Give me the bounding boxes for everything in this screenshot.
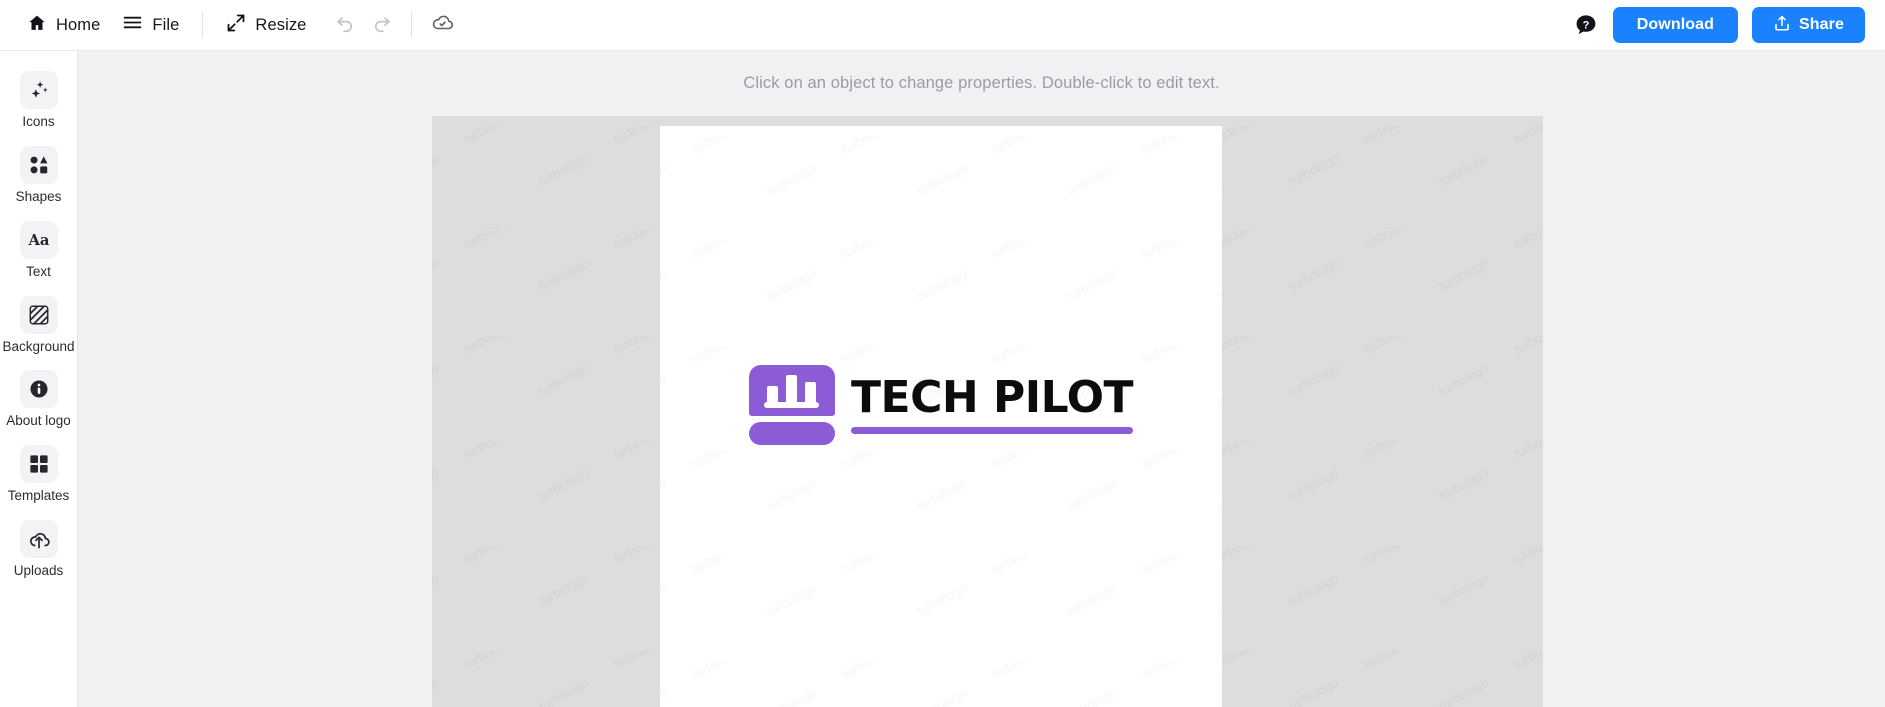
sidebar-item-background[interactable]: Background (2, 288, 76, 361)
undo-button[interactable] (327, 7, 363, 43)
logo-mark-icon[interactable] (748, 365, 835, 445)
logo-text-group[interactable]: TECH PILOT (850, 376, 1134, 434)
top-toolbar: Home File Resize ? Download Share (0, 0, 1885, 51)
shapes-icon (19, 145, 58, 184)
undo-icon (335, 12, 356, 38)
logo-brand-text[interactable]: TECH PILOT (851, 376, 1134, 420)
left-sidebar: Icons Shapes Aa Text Background About lo… (0, 51, 78, 707)
sparkles-icon (19, 71, 58, 109)
home-icon (27, 13, 47, 38)
cloud-upload-icon (19, 520, 58, 559)
logo-bar-baseline (763, 401, 819, 408)
artboard[interactable]: TECH PILOT (660, 126, 1222, 707)
redo-icon (371, 12, 392, 38)
sidebar-item-templates-label: Templates (7, 488, 70, 504)
toolbar-left-group: Home File Resize (0, 0, 460, 50)
sidebar-item-background-label: Background (2, 338, 75, 354)
hamburger-icon (122, 12, 143, 38)
sidebar-item-uploads[interactable]: Uploads (2, 512, 76, 585)
resize-button[interactable]: Resize (215, 7, 317, 43)
editor-hint-text: Click on an object to change properties.… (743, 74, 1220, 92)
sidebar-item-about-logo-label: About logo (6, 413, 71, 429)
logo-mark-chart-panel (748, 365, 835, 416)
sidebar-item-templates[interactable]: Templates (2, 437, 76, 510)
sidebar-item-text-label: Text (26, 263, 51, 279)
cloud-save-status-button[interactable] (424, 7, 460, 43)
info-circle-icon (19, 370, 58, 409)
redo-button[interactable] (363, 7, 399, 43)
sidebar-item-uploads-label: Uploads (13, 563, 64, 579)
text-aa-icon: Aa (19, 220, 58, 259)
cloud-saved-icon (430, 11, 454, 40)
logo-mark-base-bar (748, 421, 835, 445)
editor-main: Click on an object to change properties.… (78, 51, 1885, 707)
sidebar-item-shapes[interactable]: Shapes (2, 138, 76, 211)
logo-artwork[interactable]: TECH PILOT (748, 365, 1134, 445)
toolbar-right-group: ? Download Share (1573, 7, 1885, 43)
resize-label: Resize (255, 15, 307, 34)
share-button[interactable]: Share (1752, 7, 1865, 43)
home-button[interactable]: Home (16, 7, 111, 43)
canvas-viewport[interactable]: TECH PILOT (432, 116, 1543, 707)
help-icon: ? (1576, 15, 1596, 35)
help-button[interactable]: ? (1573, 12, 1599, 38)
home-label: Home (56, 15, 101, 34)
sidebar-item-shapes-label: Shapes (15, 188, 62, 204)
share-icon (1773, 14, 1791, 37)
file-label: File (152, 15, 180, 34)
logo-bar-2 (785, 374, 797, 404)
share-label: Share (1799, 16, 1844, 33)
resize-icon (226, 13, 246, 38)
diagonal-stripes-icon (19, 295, 58, 334)
sidebar-item-text[interactable]: Aa Text (2, 213, 76, 286)
logo-bar-3 (804, 381, 816, 404)
download-button[interactable]: Download (1612, 7, 1739, 43)
toolbar-divider-2 (411, 12, 413, 38)
sidebar-item-icons-label: Icons (22, 114, 55, 129)
download-label: Download (1636, 16, 1715, 33)
toolbar-divider-1 (202, 12, 204, 38)
templates-grid-icon (19, 445, 58, 484)
svg-text:Aa: Aa (27, 232, 49, 249)
svg-text:?: ? (1582, 19, 1589, 31)
logo-underline-rule[interactable] (850, 427, 1134, 434)
sidebar-item-icons[interactable]: Icons (2, 63, 76, 136)
file-menu-button[interactable]: File (111, 7, 190, 43)
sidebar-item-about-logo[interactable]: About logo (2, 362, 76, 435)
